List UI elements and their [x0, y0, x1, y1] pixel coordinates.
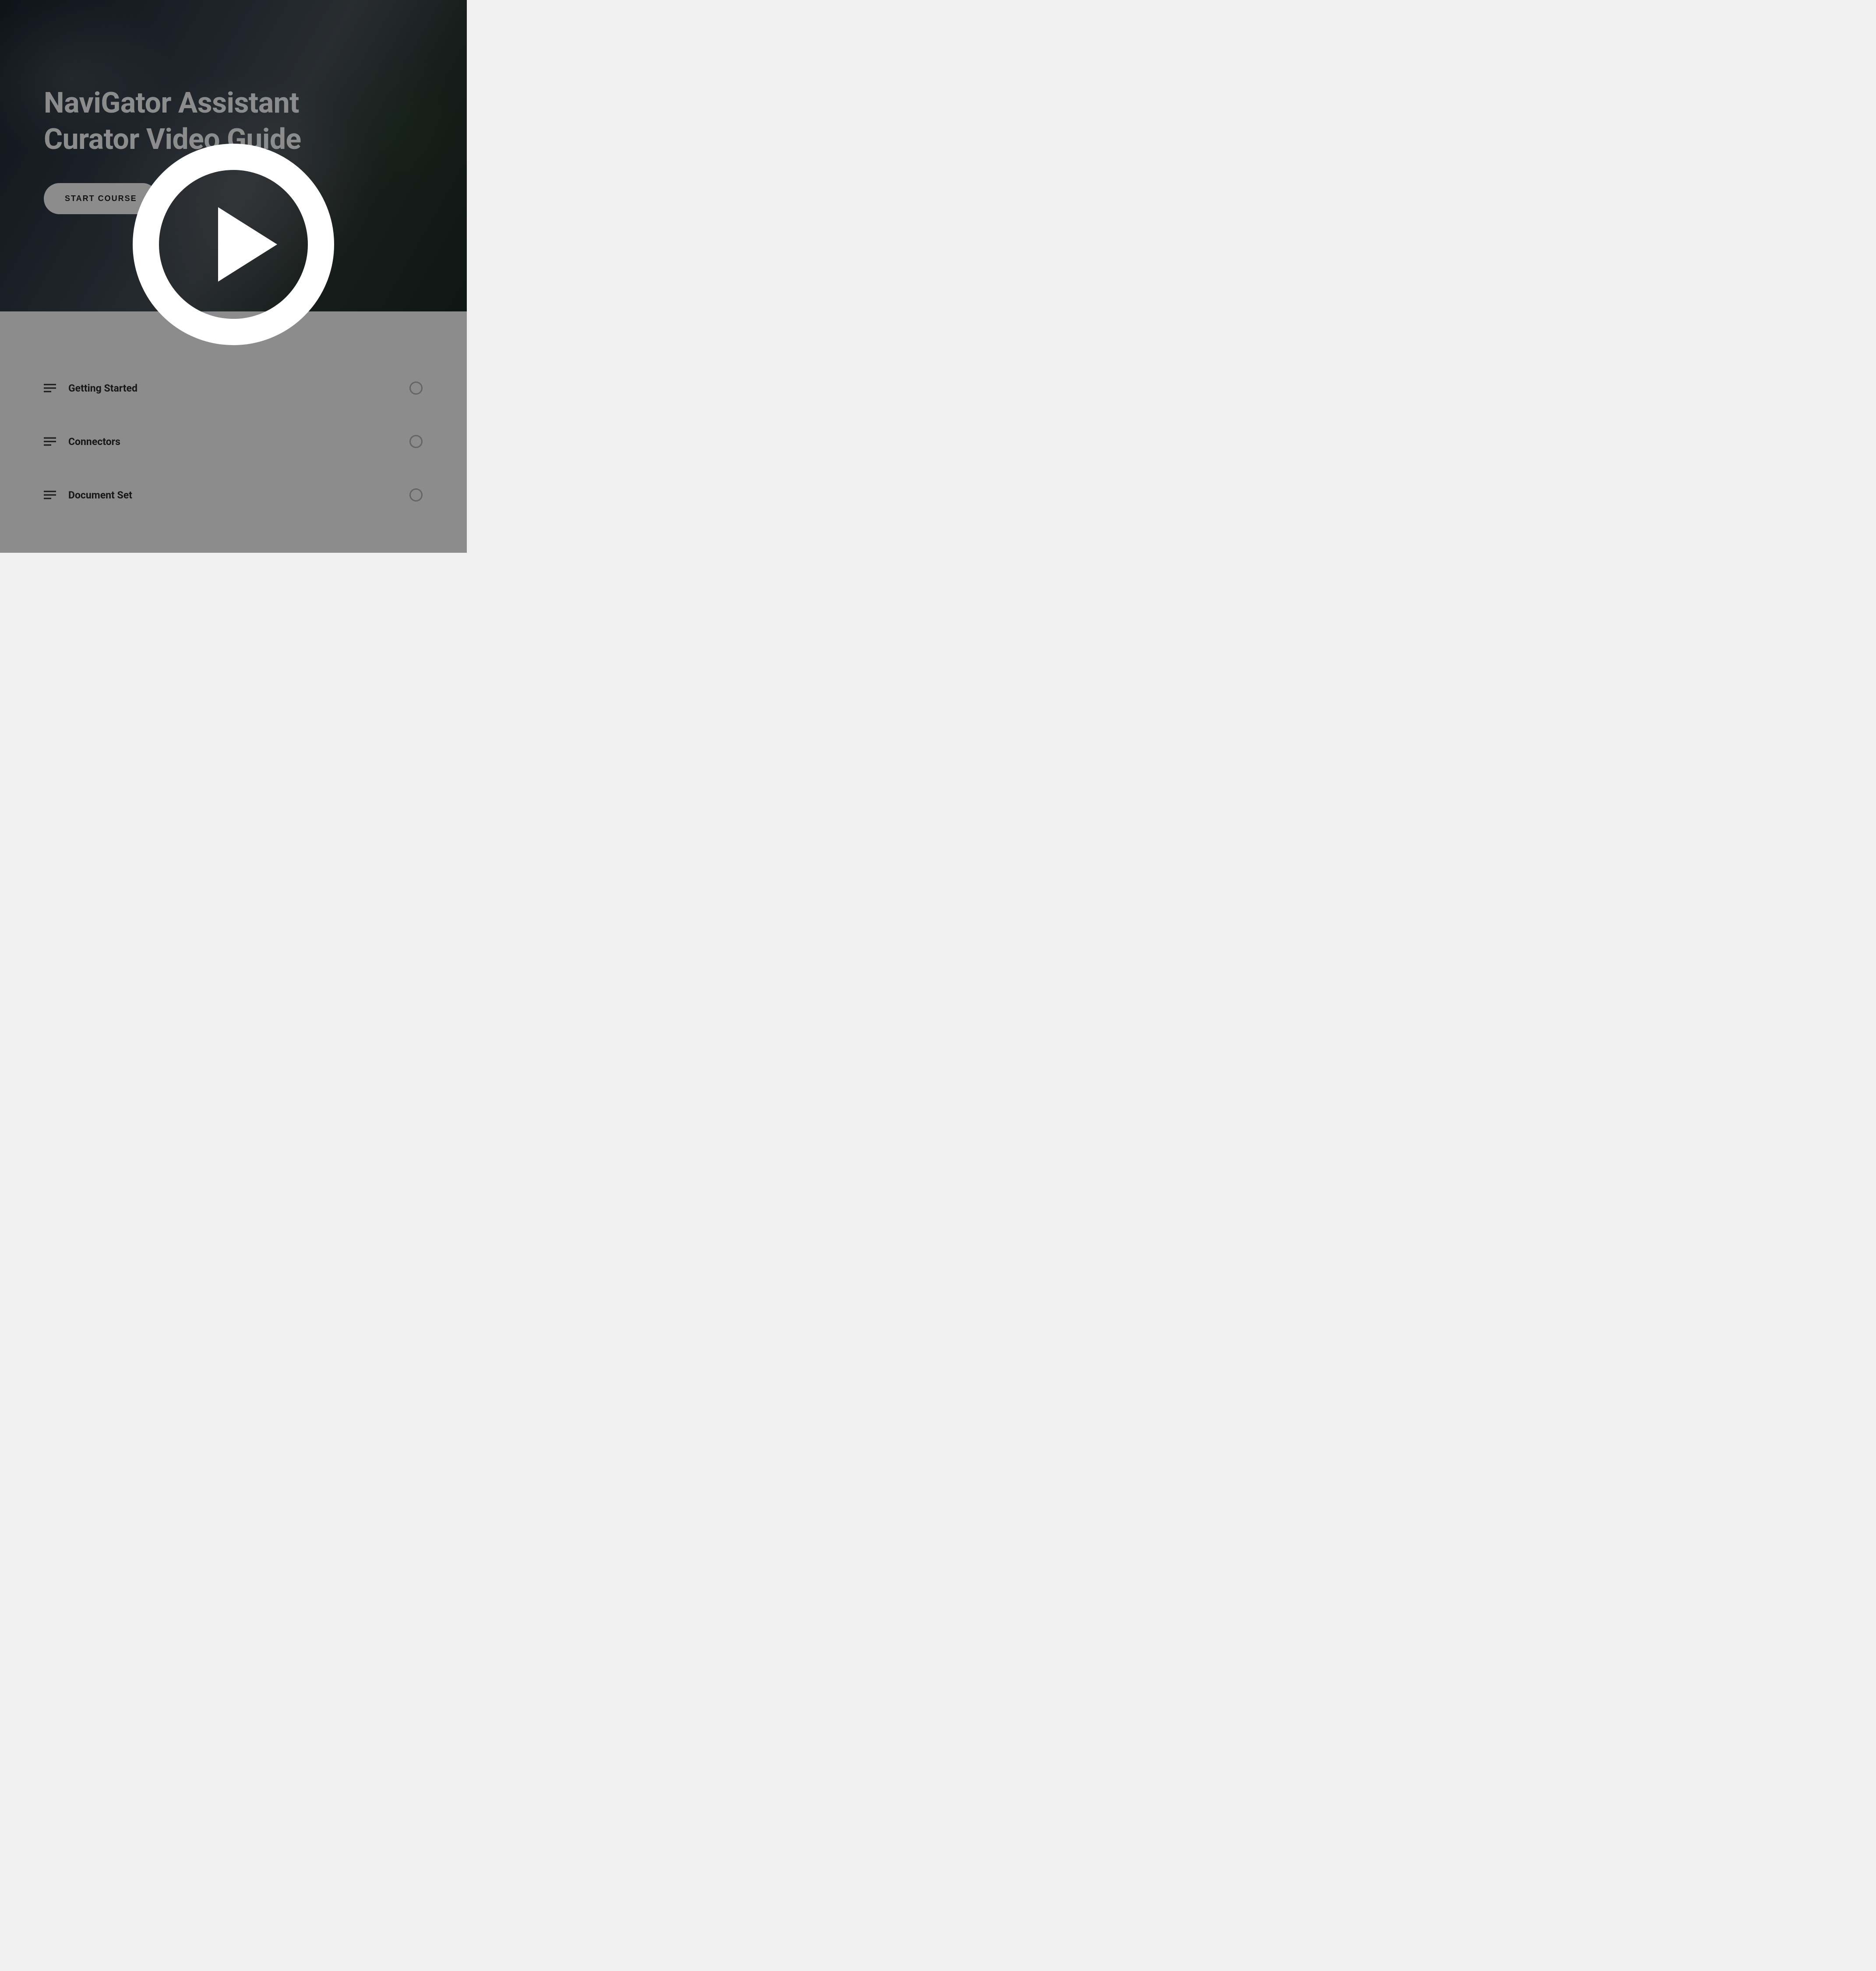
play-button[interactable] [133, 144, 334, 345]
play-icon [133, 144, 334, 345]
page: NaviGator Assistant Curator Video Guide … [0, 0, 467, 553]
